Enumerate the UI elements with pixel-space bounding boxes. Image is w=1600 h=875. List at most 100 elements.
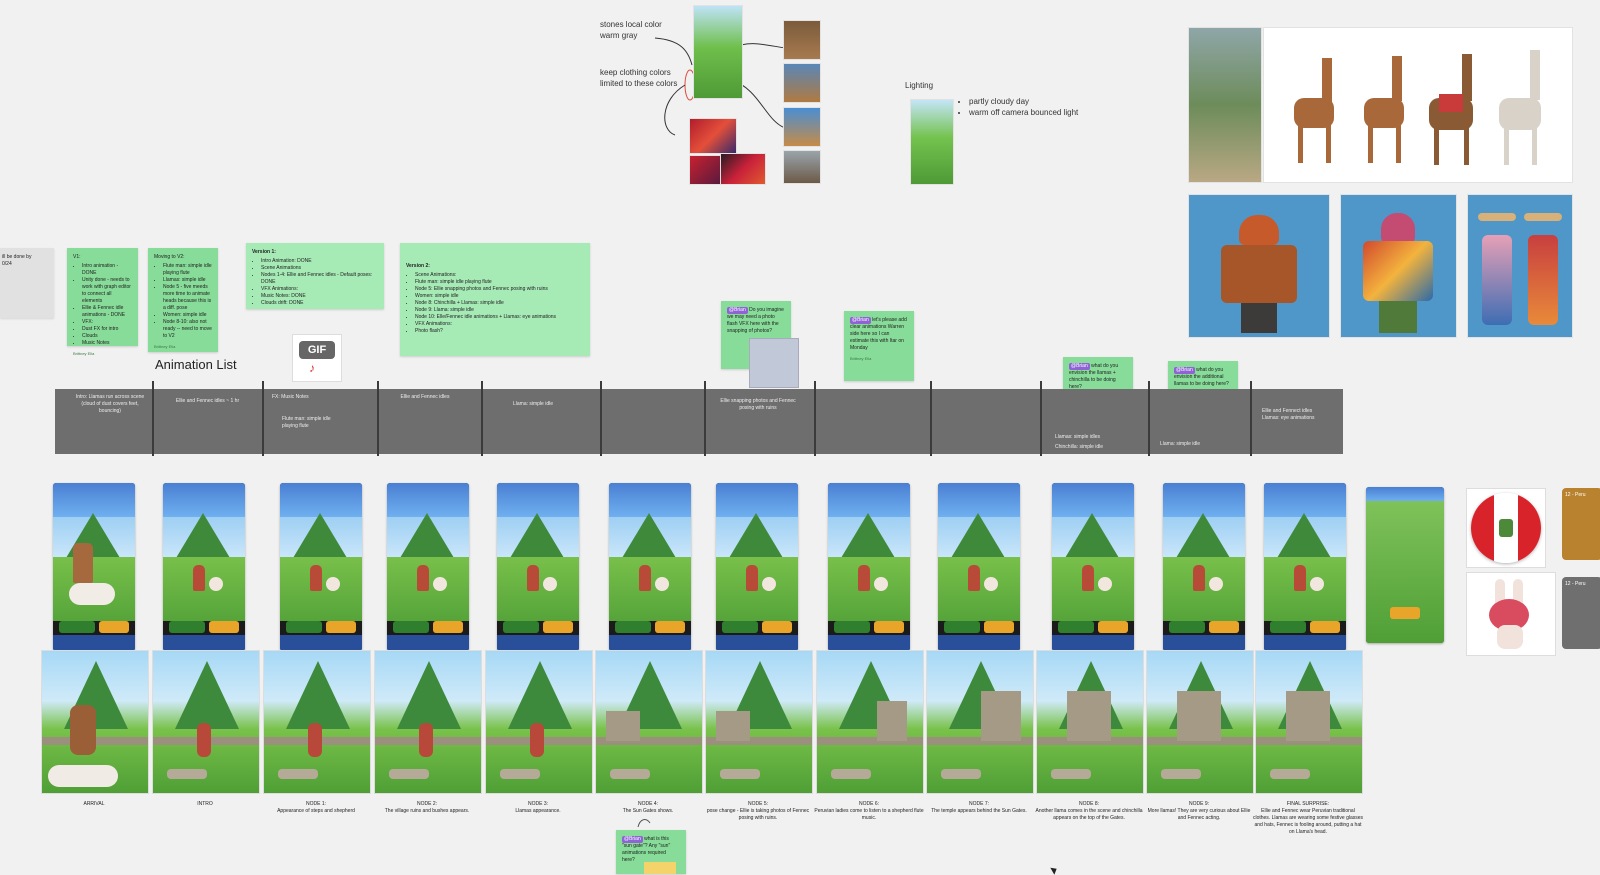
game-screenshot-node-2[interactable] [387,483,469,651]
ref-women-image [1467,194,1573,338]
game-screenshot-node-1[interactable] [280,483,362,651]
small-yellow-note[interactable] [644,862,676,874]
scene-render-node-1[interactable] [263,650,371,794]
caption-title: FINAL SURPRISE: [1286,801,1330,807]
caption-title: NODE 6: [858,801,879,807]
game-screenshot-arrival[interactable] [53,483,135,651]
sticky-version2[interactable]: Version 2: Scene Animations: Flute man: … [400,243,590,356]
lighting-item: partly cloudy day [969,97,1078,108]
game-screenshot-node-6[interactable] [828,483,910,651]
sticky-item: Node 5 - five meeds more time to animate… [163,284,212,312]
sticky-item: Women: simple idle [163,312,212,319]
sticky-item: Intro animation - DONE [82,263,132,277]
sticky-author: Brittney Ella [850,356,872,361]
sticky-item: Unity done - needs to work with graph ed… [82,277,132,305]
scene-render-intro[interactable] [152,650,260,794]
caption-text: Appearance of steps and shepherd [277,808,355,814]
sticky-version1[interactable]: Version 1: Intro Animation: DONE Scene A… [246,243,384,309]
sticky-item: Dust FX for intro [82,326,132,333]
caption-title: NODE 5: [747,801,768,807]
timeline-label: Ellie and Fennect idles [1262,408,1313,414]
game-screenshot-final[interactable] [1264,483,1346,651]
lighting-title: Lighting [905,81,934,90]
timeline-divider [1040,381,1042,456]
peru-flag-card[interactable] [1466,488,1546,568]
mention-tag: @Brian [1069,363,1090,370]
scene-render-node-4[interactable] [595,650,703,794]
sticky-item: Clouds drift: DONE [261,300,378,307]
sticky-item: Women: simple idle [415,293,584,300]
game-screenshot-node-7[interactable] [938,483,1020,651]
sticky-item: Node 8: Chinchilla + Llamas: simple idle [415,300,584,307]
ref-boy-poncho-image [1188,194,1330,338]
sticky-question-sun-gate[interactable]: @Brian what is this "sun gate"? Any "sun… [616,830,686,874]
sticky-item: Music Notes [82,340,132,347]
timeline-label: Ellie snapping photos and Fennec posing … [720,398,796,411]
timeline-label: Llama: simple idle [1160,441,1201,447]
sticky-item: Intro Animation: DONE [261,258,378,265]
timeline-divider [377,381,379,456]
region-card-peru[interactable]: 12 - Peru [1562,488,1600,560]
caption-text: Another llama comes in the scene and chi… [1035,808,1143,821]
game-screenshot-intro[interactable] [163,483,245,651]
scene-render-node-2[interactable] [374,650,482,794]
gif-card[interactable]: GIF ♪ [292,334,342,382]
caption-text: The temple appears behind the Sun Gates. [931,808,1027,814]
scene-caption: NODE 2: The village ruins and bushes appe… [371,801,483,815]
sticky-title: Version 1: [252,249,276,255]
sticky-title: Moving to V2: [154,254,185,260]
scene-caption: NODE 7: The temple appears behind the Sun… [923,801,1035,815]
sticky-item: Clouds [82,333,132,340]
scene-render-node-7[interactable] [926,650,1034,794]
sticky-author: Brittney Ella [73,351,95,356]
ref-llama-photo-4 [783,150,821,184]
game-screenshot-node-4[interactable] [609,483,691,651]
sticky-v1[interactable]: V1: Intro animation - DONE Unity done - … [67,248,138,356]
game-screenshot-node-9[interactable] [1163,483,1245,651]
timeline-label: Llamas: simple idles [1055,434,1101,440]
lighting-item: warm off camera bounced light [969,108,1078,119]
region-card-label: 12 - Peru [1565,581,1586,587]
scene-render-node-3[interactable] [485,650,593,794]
game-screenshot-map[interactable] [1366,487,1444,643]
mention-tag: @Brian [622,836,643,843]
caption-title: NODE 3: [527,801,548,807]
scene-render-arrival[interactable] [41,650,149,794]
scene-render-final[interactable] [1255,650,1363,794]
caption-text: Ellie and Fennec wear Peruvian tradition… [1252,808,1364,835]
ref-man-poncho-image [1340,194,1457,338]
caption-title: INTRO [197,801,213,807]
game-screenshot-node-3[interactable] [497,483,579,651]
sticky-title: Version 2: [406,263,430,269]
ref-textile-photo-2 [689,155,721,185]
llama-silhouettes [1294,50,1541,165]
scene-render-node-9[interactable] [1146,650,1254,794]
scene-caption: NODE 8: Another llama comes in the scene … [1033,801,1145,822]
ref-llama-photo-1 [783,20,821,60]
timeline-label: Llama: simple idle [512,401,554,407]
game-screenshot-node-5[interactable] [716,483,798,651]
sticky-item: Photo flash? [415,328,584,335]
caption-text: Peruvian ladies come to listen to a shep… [814,808,924,821]
timeline-divider [1250,381,1252,456]
mention-tag: @Brian [727,307,748,314]
game-screenshot-node-8[interactable] [1052,483,1134,651]
attached-image-card[interactable] [749,338,799,388]
timeline-label: Intro: Llamas run across scene (cloud of… [75,394,145,414]
timeline-divider [1148,381,1150,456]
timeline-divider [262,381,264,456]
scene-render-node-8[interactable] [1036,650,1144,794]
ref-scene-image [693,5,743,99]
scene-caption: ARRIVAL [38,801,150,808]
scene-render-node-5[interactable] [705,650,813,794]
sticky-v2[interactable]: Moving to V2: Flute man: simple idle pla… [148,248,218,352]
timeline-divider [704,381,706,456]
gray-note-line: ill be done by [2,254,32,260]
gray-note[interactable]: ill be done by 0/24 [0,248,54,318]
region-card-peru-gray[interactable]: 12 - Peru [1562,577,1600,649]
sticky-item: Llamas: simple idle [163,277,212,284]
scene-render-node-6[interactable] [816,650,924,794]
bunny-character-card[interactable] [1466,572,1556,656]
sticky-question-clear-animations[interactable]: @Brian let's please add clear animations… [844,311,914,381]
caption-text: The village ruins and bushes appears. [384,808,470,814]
